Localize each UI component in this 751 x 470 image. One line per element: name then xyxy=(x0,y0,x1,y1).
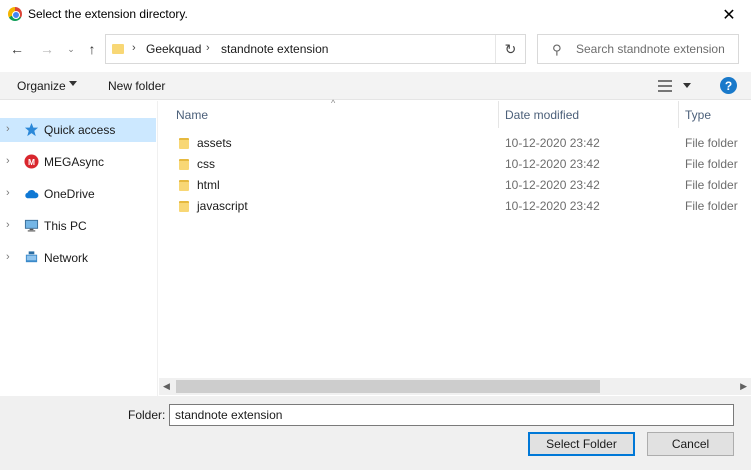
sidebar-item-megasync[interactable]: › M MEGAsync xyxy=(0,150,156,174)
title-bar: Select the extension directory. ✕ xyxy=(0,0,751,30)
list-item[interactable]: javascript 10-12-2020 23:42 File folder xyxy=(159,196,751,217)
chevron-down-icon[interactable] xyxy=(683,83,691,88)
sidebar-item-quick-access[interactable]: › Quick access xyxy=(0,118,156,142)
command-toolbar: Organize New folder ? xyxy=(0,72,751,100)
scrollbar-thumb[interactable] xyxy=(176,380,600,393)
breadcrumb-item[interactable]: Geekquad xyxy=(146,42,201,56)
breadcrumb-separator: › xyxy=(132,42,136,54)
chevron-right-icon[interactable]: › xyxy=(6,187,10,199)
chevron-right-icon[interactable]: › xyxy=(6,123,10,135)
folder-label: Folder: xyxy=(128,408,166,422)
navigation-pane: › Quick access › M MEGAsync › OneDrive ›… xyxy=(0,101,158,396)
recent-locations-button[interactable]: ⌄ xyxy=(62,40,80,58)
chrome-icon xyxy=(8,7,22,21)
cloud-icon xyxy=(25,189,39,199)
new-folder-button[interactable]: New folder xyxy=(108,79,165,93)
folder-name-field[interactable] xyxy=(169,404,734,426)
sidebar-item-label: This PC xyxy=(44,219,87,233)
search-icon: ⚲ xyxy=(552,42,562,57)
file-type: File folder xyxy=(685,178,738,192)
file-name: css xyxy=(197,157,215,171)
sidebar-item-label: OneDrive xyxy=(44,187,95,201)
breadcrumb-separator: › xyxy=(206,42,210,54)
file-list: ^ Name Date modified Type assets 10-12-2… xyxy=(159,98,751,396)
sidebar-item-label: Network xyxy=(44,251,89,265)
list-item[interactable]: html 10-12-2020 23:42 File folder xyxy=(159,175,751,196)
select-folder-button[interactable]: Select Folder xyxy=(528,432,635,456)
file-date: 10-12-2020 23:42 xyxy=(505,178,600,192)
scroll-right-icon[interactable]: ▶ xyxy=(740,381,747,392)
search-input[interactable] xyxy=(576,40,736,58)
organize-button[interactable]: Organize xyxy=(17,79,66,93)
chevron-down-icon[interactable] xyxy=(69,81,77,86)
column-header-name[interactable]: Name xyxy=(159,101,499,128)
file-name: javascript xyxy=(197,199,248,213)
chevron-right-icon[interactable]: › xyxy=(6,219,10,231)
up-button[interactable]: ↑ xyxy=(83,40,101,58)
navigation-bar: ← → ⌄ ↑ › Geekquad › standnote extension… xyxy=(0,30,751,68)
close-button[interactable]: ✕ xyxy=(707,0,751,30)
back-button[interactable]: ← xyxy=(8,40,26,58)
folder-icon xyxy=(112,44,124,54)
list-item[interactable]: css 10-12-2020 23:42 File folder xyxy=(159,154,751,175)
file-type: File folder xyxy=(685,157,738,171)
forward-button[interactable]: → xyxy=(38,40,56,58)
column-header-date[interactable]: Date modified xyxy=(499,101,679,128)
help-icon[interactable]: ? xyxy=(720,77,737,94)
horizontal-scrollbar[interactable]: ◀ ▶ xyxy=(159,378,751,395)
file-name: html xyxy=(197,178,220,192)
list-item[interactable]: assets 10-12-2020 23:42 File folder xyxy=(159,133,751,154)
sidebar-item-onedrive[interactable]: › OneDrive xyxy=(0,182,156,206)
computer-icon xyxy=(24,219,39,232)
sidebar-item-label: MEGAsync xyxy=(44,155,105,169)
network-icon xyxy=(25,251,38,263)
file-date: 10-12-2020 23:42 xyxy=(505,157,600,171)
mega-icon: M xyxy=(24,154,39,169)
folder-icon xyxy=(179,180,189,191)
folder-icon xyxy=(179,138,189,149)
folder-icon xyxy=(179,201,189,212)
window-title: Select the extension directory. xyxy=(28,7,188,21)
file-date: 10-12-2020 23:42 xyxy=(505,136,600,150)
sidebar-item-label: Quick access xyxy=(44,123,116,137)
sidebar-item-this-pc[interactable]: › This PC xyxy=(0,214,156,238)
search-box[interactable]: ⚲ xyxy=(537,34,739,64)
cancel-button[interactable]: Cancel xyxy=(647,432,734,456)
folder-icon xyxy=(179,159,189,170)
chevron-right-icon[interactable]: › xyxy=(6,251,10,263)
address-bar[interactable]: › Geekquad › standnote extension ↻ xyxy=(105,34,526,64)
file-type: File folder xyxy=(685,136,738,150)
breadcrumb-item[interactable]: standnote extension xyxy=(221,42,328,56)
file-date: 10-12-2020 23:42 xyxy=(505,199,600,213)
file-name: assets xyxy=(197,136,232,150)
svg-text:M: M xyxy=(28,157,35,167)
sidebar-item-network[interactable]: › Network xyxy=(0,246,156,270)
column-header-type[interactable]: Type xyxy=(679,101,751,128)
file-type: File folder xyxy=(685,199,738,213)
dialog-footer: Folder: Select Folder Cancel xyxy=(0,396,751,470)
star-icon xyxy=(24,122,39,137)
refresh-button[interactable]: ↻ xyxy=(495,35,525,63)
view-options-icon[interactable] xyxy=(658,80,672,92)
chevron-right-icon[interactable]: › xyxy=(6,155,10,167)
scroll-left-icon[interactable]: ◀ xyxy=(163,381,170,392)
